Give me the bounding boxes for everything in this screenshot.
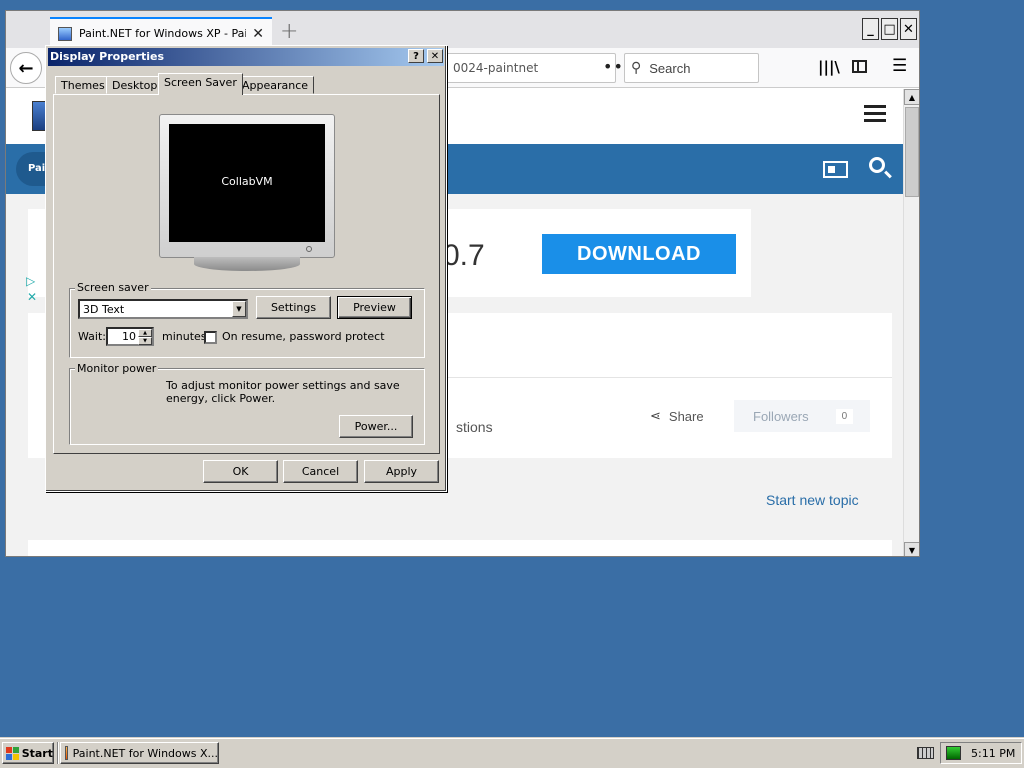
window-controls: _ □ ✕ [862,18,917,40]
network-icon[interactable] [946,746,961,760]
tab-desktop[interactable]: Desktop [106,76,164,94]
hamburger-menu-icon[interactable] [864,105,886,123]
minimize-button[interactable]: _ [862,18,879,40]
download-button[interactable]: DOWNLOAD [542,234,736,274]
news-icon[interactable] [823,161,848,178]
ok-button[interactable]: OK [203,460,278,483]
dropdown-arrow-icon[interactable]: ▼ [232,301,246,317]
windows-logo-icon [6,746,19,760]
wait-label: Wait: [78,330,106,343]
monitor-power-group-label: Monitor power [75,362,159,375]
tab-close-icon[interactable]: ✕ [252,26,264,42]
display-properties-dialog: Display Properties ? ✕ Themes Desktop Sc… [45,45,447,492]
search-placeholder: Search [649,60,691,76]
start-label: Start [21,746,53,760]
ad-choices-icon[interactable]: ▷ [26,274,35,288]
power-led [306,246,312,252]
category-link[interactable]: stions [456,419,493,435]
followers-button[interactable]: Followers 0 [734,400,870,432]
taskbar-item-browser[interactable]: Paint.NET for Windows X... [60,742,219,764]
share-label: Share [668,408,704,424]
settings-button[interactable]: Settings [256,296,331,319]
minutes-label: minutes [162,330,207,343]
back-arrow-icon[interactable]: ← [10,52,42,84]
vertical-scrollbar[interactable]: ▲ ▼ [903,89,919,556]
search-icon: ⚲ [631,60,642,76]
start-new-topic-link[interactable]: Start new topic [766,492,859,508]
screensaver-value: 3D Text [83,303,125,316]
password-protect-label[interactable]: On resume, password protect [222,330,385,343]
spin-up-icon[interactable]: ▲ [138,329,152,337]
site-search-icon[interactable] [869,157,885,173]
taskbar-item-label: Paint.NET for Windows X... [72,746,218,760]
close-window-button[interactable]: ✕ [900,18,917,40]
taskbar-divider [57,742,59,764]
favicon-icon [58,26,72,41]
search-input[interactable]: ⚲ Search [624,53,759,83]
preview-button[interactable]: Preview [337,296,412,319]
divider [443,377,892,378]
menu-icon[interactable]: ☰ [892,56,907,76]
browser-tab[interactable]: Paint.NET for Windows XP - Paint. ✕ [50,17,272,48]
followers-count: 0 [835,408,854,424]
monitor-stand [194,257,300,271]
scroll-down-icon[interactable]: ▼ [904,542,919,556]
tab-appearance[interactable]: Appearance [236,76,315,94]
ad-close-icon[interactable]: ✕ [27,290,37,304]
ad-version-text: 0.7 [443,239,485,272]
dialog-close-button[interactable]: ✕ [427,49,443,63]
new-tab-button[interactable]: + [280,19,298,44]
tab-screen-saver[interactable]: Screen Saver [158,73,243,95]
share-button[interactable]: ⋖ Share [650,408,704,424]
sidebar-icon[interactable] [852,60,867,73]
url-text: 0024-paintnet [453,61,539,75]
wait-spinner[interactable]: ▲ ▼ [138,329,152,345]
spin-down-icon[interactable]: ▼ [138,337,152,345]
monitor-icon: CollabVM [159,114,335,258]
clock[interactable]: 5:11 PM [971,747,1015,760]
screensaver-group-label: Screen saver [75,281,151,294]
tab-themes[interactable]: Themes [55,76,111,94]
browser-app-icon [65,746,68,760]
cancel-button[interactable]: Cancel [283,460,358,483]
monitor-power-description: To adjust monitor power settings and sav… [166,379,400,405]
system-tray: 5:11 PM [940,742,1022,764]
library-icon[interactable]: |||\ [818,58,840,76]
monitor-preview: CollabVM [159,114,335,274]
topic-list [28,540,892,556]
wait-value: 10 [122,330,136,343]
scroll-up-icon[interactable]: ▲ [904,89,919,105]
followers-label: Followers [753,408,809,424]
share-icon: ⋖ [650,408,661,423]
help-button[interactable]: ? [408,49,424,63]
wait-minutes-input[interactable]: 10 ▲ ▼ [106,327,154,346]
maximize-button[interactable]: □ [881,18,898,40]
start-button[interactable]: Start [2,742,54,764]
scroll-thumb[interactable] [905,107,919,197]
password-protect-checkbox[interactable] [204,331,217,344]
tab-bar: Paint.NET for Windows XP - Paint. ✕ + _ … [6,11,919,48]
keyboard-icon[interactable] [917,747,934,759]
screensaver-select[interactable]: 3D Text ▼ [78,299,248,319]
power-button[interactable]: Power... [339,415,413,438]
apply-button[interactable]: Apply [364,460,439,483]
preview-screen: CollabVM [169,124,325,242]
taskbar: Start Paint.NET for Windows X... 5:11 PM [0,738,1024,768]
dialog-title: Display Properties [48,48,444,66]
tab-title: Paint.NET for Windows XP - Paint. [79,27,247,40]
